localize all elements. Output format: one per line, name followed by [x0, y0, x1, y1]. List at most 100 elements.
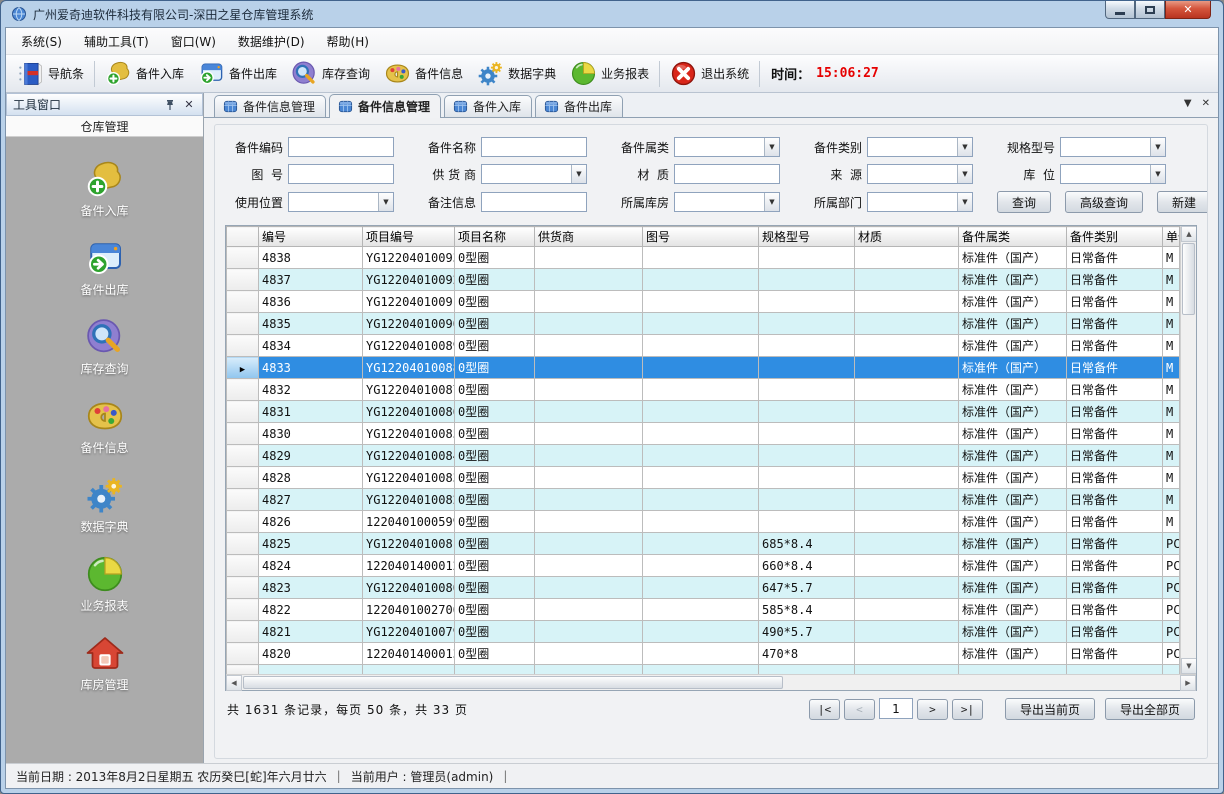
cell-项目名称[interactable]: 0型圈: [455, 313, 535, 335]
table-row[interactable]: 482612204010005990型圈标准件（国产）日常备件M: [227, 511, 1180, 533]
cell-备件属类[interactable]: 标准件（国产）: [959, 621, 1067, 643]
cell-编号[interactable]: 4824: [259, 555, 363, 577]
cell-编号[interactable]: 4830: [259, 423, 363, 445]
row-selector[interactable]: [227, 423, 259, 445]
row-selector[interactable]: ▶: [227, 357, 259, 379]
text-input-图号[interactable]: [288, 164, 394, 184]
cell-备件属类[interactable]: 标准件（国产）: [959, 335, 1067, 357]
cell-备件属类[interactable]: 标准件（国产）: [959, 291, 1067, 313]
cell-材质[interactable]: [855, 445, 959, 467]
combo-select-备件属类[interactable]: ▼: [674, 137, 780, 157]
cell-项目名称[interactable]: 0型圈: [455, 577, 535, 599]
cell-供货商[interactable]: [535, 467, 643, 489]
cell-备件类别[interactable]: 日常备件: [1067, 511, 1163, 533]
cell-单位[interactable]: PC: [1163, 533, 1180, 555]
cell-材质[interactable]: [855, 401, 959, 423]
cell-备件属类[interactable]: 标准件（国产）: [959, 577, 1067, 599]
sidebar-item-库存查询[interactable]: 库存查询: [6, 317, 203, 377]
cell-编号[interactable]: 4820: [259, 643, 363, 665]
cell-供货商[interactable]: [535, 445, 643, 467]
cell-供货商[interactable]: [535, 269, 643, 291]
cell-图号[interactable]: [643, 445, 759, 467]
cell-规格型号[interactable]: [759, 467, 855, 489]
cell-供货商[interactable]: [535, 533, 643, 555]
cell-项目编号[interactable]: YG12204010089: [363, 335, 455, 357]
cell-图号[interactable]: [643, 621, 759, 643]
cell-项目名称[interactable]: 0型圈: [455, 335, 535, 357]
row-selector[interactable]: [227, 269, 259, 291]
table-row[interactable]: 4836YG122040100910型圈标准件（国产）日常备件M: [227, 291, 1180, 313]
cell-编号[interactable]: 4827: [259, 489, 363, 511]
cell-图号[interactable]: [643, 379, 759, 401]
cell-备件属类[interactable]: 标准件（国产）: [959, 533, 1067, 555]
cell-备件属类[interactable]: 标准件（国产）: [959, 489, 1067, 511]
cell-供货商[interactable]: [535, 357, 643, 379]
cell-规格型号[interactable]: 660*8.4: [759, 555, 855, 577]
hscroll-thumb[interactable]: [243, 676, 783, 689]
cell-项目名称[interactable]: 0型圈: [455, 445, 535, 467]
cell-单位[interactable]: M: [1163, 357, 1180, 379]
cell-规格型号[interactable]: [759, 445, 855, 467]
cell-备件属类[interactable]: 标准件（国产）: [959, 555, 1067, 577]
cell-备件类别[interactable]: 日常备件: [1067, 599, 1163, 621]
cell-材质[interactable]: [855, 643, 959, 665]
cell-项目编号[interactable]: 1220401400012: [363, 555, 455, 577]
cell-图号[interactable]: [643, 467, 759, 489]
cell-备件属类[interactable]: 标准件（国产）: [959, 467, 1067, 489]
table-row[interactable]: 4835YG122040100900型圈标准件（国产）日常备件M: [227, 313, 1180, 335]
cell-规格型号[interactable]: 470*8: [759, 643, 855, 665]
row-selector[interactable]: [227, 445, 259, 467]
combo-select-来源[interactable]: ▼: [867, 164, 973, 184]
cell-备件属类[interactable]: 标准件（国产）: [959, 599, 1067, 621]
cell-图号[interactable]: [643, 643, 759, 665]
cell-项目编号[interactable]: YG12204010087: [363, 379, 455, 401]
cell-供货商[interactable]: [535, 379, 643, 401]
column-header-备件类别[interactable]: 备件类别: [1067, 227, 1163, 247]
row-selector[interactable]: [227, 335, 259, 357]
text-input-材质[interactable]: [674, 164, 780, 184]
cell-备件类别[interactable]: 日常备件: [1067, 423, 1163, 445]
tab-备件信息管理[interactable]: 备件信息管理: [329, 94, 441, 118]
cell-编号[interactable]: 4822: [259, 599, 363, 621]
sidebar-item-备件入库[interactable]: 备件入库: [6, 159, 203, 219]
cell-编号[interactable]: 4834: [259, 335, 363, 357]
cell-单位[interactable]: M: [1163, 335, 1180, 357]
toolbar-button-业务报表[interactable]: 业务报表: [563, 57, 656, 90]
cell-备件属类[interactable]: 标准件（国产）: [959, 401, 1067, 423]
cell-单位[interactable]: M: [1163, 291, 1180, 313]
cell-材质[interactable]: [855, 533, 959, 555]
hscroll-track[interactable]: [784, 675, 1180, 690]
cell-备件类别[interactable]: 日常备件: [1067, 621, 1163, 643]
cell-编号[interactable]: 4838: [259, 247, 363, 269]
cell-规格型号[interactable]: 490*5.7: [759, 621, 855, 643]
cell-材质[interactable]: [855, 423, 959, 445]
row-selector[interactable]: [227, 533, 259, 555]
tab-备件入库[interactable]: 备件入库: [444, 95, 532, 117]
button-导出全部页[interactable]: 导出全部页: [1105, 698, 1195, 720]
cell-备件属类[interactable]: 标准件（国产）: [959, 379, 1067, 401]
row-selector[interactable]: [227, 401, 259, 423]
scroll-down-icon[interactable]: ▼: [1181, 658, 1196, 674]
cell-编号[interactable]: 4836: [259, 291, 363, 313]
cell-材质[interactable]: [855, 599, 959, 621]
table-row[interactable]: 482012204014000130型圈470*8标准件（国产）日常备件PC: [227, 643, 1180, 665]
cell-备件属类[interactable]: 标准件（国产）: [959, 269, 1067, 291]
menu-item-系统(S)[interactable]: 系统(S): [10, 29, 73, 54]
cell-备件属类[interactable]: 标准件（国产）: [959, 643, 1067, 665]
column-header-项目名称[interactable]: 项目名称: [455, 227, 535, 247]
cell-图号[interactable]: [643, 291, 759, 313]
row-selector[interactable]: [227, 467, 259, 489]
row-selector[interactable]: [227, 313, 259, 335]
table-row[interactable]: 4838YG122040100930型圈标准件（国产）日常备件M: [227, 247, 1180, 269]
toolbar-button-备件出库[interactable]: 备件出库: [191, 57, 284, 90]
cell-备件属类[interactable]: 标准件（国产）: [959, 445, 1067, 467]
cell-单位[interactable]: M: [1163, 489, 1180, 511]
cell-材质[interactable]: [855, 247, 959, 269]
cell-供货商[interactable]: [535, 511, 643, 533]
scroll-right-icon[interactable]: ▶: [1180, 675, 1196, 691]
cell-材质[interactable]: [855, 269, 959, 291]
cell-图号[interactable]: [643, 423, 759, 445]
table-row[interactable]: 4823YG122040100800型圈647*5.7标准件（国产）日常备件PC: [227, 577, 1180, 599]
cell-项目编号[interactable]: YG12204010079: [363, 621, 455, 643]
button-新建[interactable]: 新建: [1157, 191, 1208, 213]
